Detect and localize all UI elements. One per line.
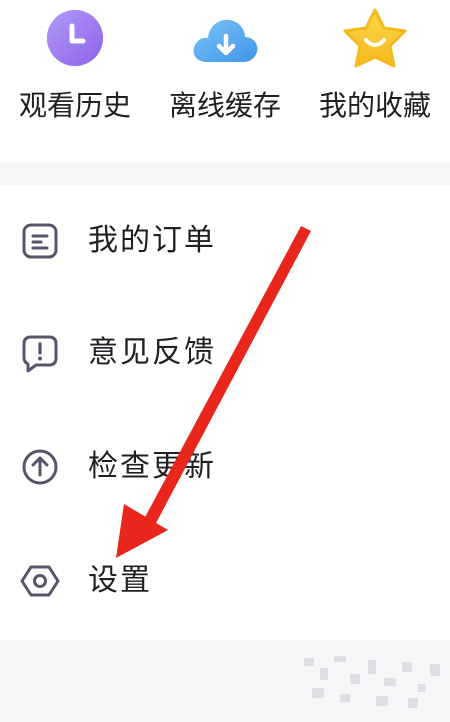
menu-item-label: 意见反馈 <box>88 335 216 370</box>
quick-actions-bar: 观看历史 离线缓存 我的收藏 <box>0 0 450 163</box>
hexagon-settings-icon <box>20 561 60 601</box>
quick-action-favorites[interactable]: 我的收藏 <box>300 0 450 140</box>
menu-item-label: 检查更新 <box>88 449 216 484</box>
settings-menu: 我的订单 意见反馈 检查更新 设置 <box>0 185 450 640</box>
star-icon <box>339 6 411 78</box>
menu-item-my-orders[interactable]: 我的订单 <box>0 185 450 297</box>
menu-item-settings[interactable]: 设置 <box>0 525 450 637</box>
cloud-download-icon <box>189 6 261 78</box>
menu-item-label: 我的订单 <box>88 223 216 258</box>
order-icon <box>20 221 60 261</box>
quick-action-offline-cache[interactable]: 离线缓存 <box>150 0 300 140</box>
quick-action-watch-history[interactable]: 观看历史 <box>0 0 150 140</box>
clock-icon <box>39 6 111 78</box>
watermark-pattern <box>304 656 440 708</box>
menu-item-label: 设置 <box>88 563 152 598</box>
menu-item-check-update[interactable]: 检查更新 <box>0 411 450 523</box>
upload-arrow-icon <box>20 447 60 487</box>
quick-action-label: 观看历史 <box>18 89 131 122</box>
quick-action-label: 离线缓存 <box>168 89 281 122</box>
menu-item-feedback[interactable]: 意见反馈 <box>0 297 450 409</box>
feedback-icon <box>20 333 60 373</box>
section-divider <box>0 163 450 185</box>
quick-action-label: 我的收藏 <box>318 89 431 122</box>
